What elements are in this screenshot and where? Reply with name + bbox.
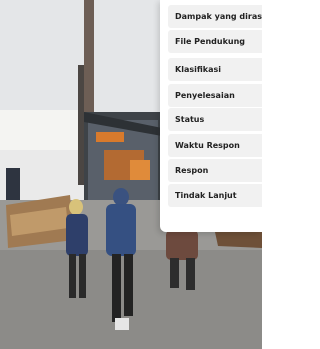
- detail-panel: Dampak yang dirasakan File Pendukung Kla…: [160, 0, 262, 232]
- field-row-klasifikasi[interactable]: Klasifikasi: [168, 58, 262, 81]
- field-row-tindak-lanjut[interactable]: Tindak Lanjut: [168, 184, 262, 207]
- field-label-penyelesaian: Penyelesaian: [175, 91, 235, 100]
- field-row-waktu-respon[interactable]: Waktu Respon: [168, 134, 262, 157]
- field-row-dampak[interactable]: Dampak yang dirasakan: [168, 5, 262, 28]
- field-label-waktu-respon: Waktu Respon: [175, 141, 240, 150]
- field-label-respon: Respon: [175, 166, 209, 175]
- field-label-dampak: Dampak yang dirasakan: [175, 12, 262, 21]
- field-label-klasifikasi: Klasifikasi: [175, 65, 221, 74]
- field-label-file-pendukung: File Pendukung: [175, 37, 246, 46]
- field-label-status: Status: [175, 115, 205, 124]
- field-label-tindak-lanjut: Tindak Lanjut: [175, 191, 237, 200]
- field-row-file-pendukung[interactable]: File Pendukung: [168, 30, 262, 53]
- field-row-respon[interactable]: Respon: [168, 159, 262, 182]
- report-detail-screen: Dampak yang dirasakan File Pendukung Kla…: [0, 0, 262, 349]
- field-row-status[interactable]: Status: [168, 108, 262, 131]
- field-row-penyelesaian[interactable]: Penyelesaian: [168, 84, 262, 107]
